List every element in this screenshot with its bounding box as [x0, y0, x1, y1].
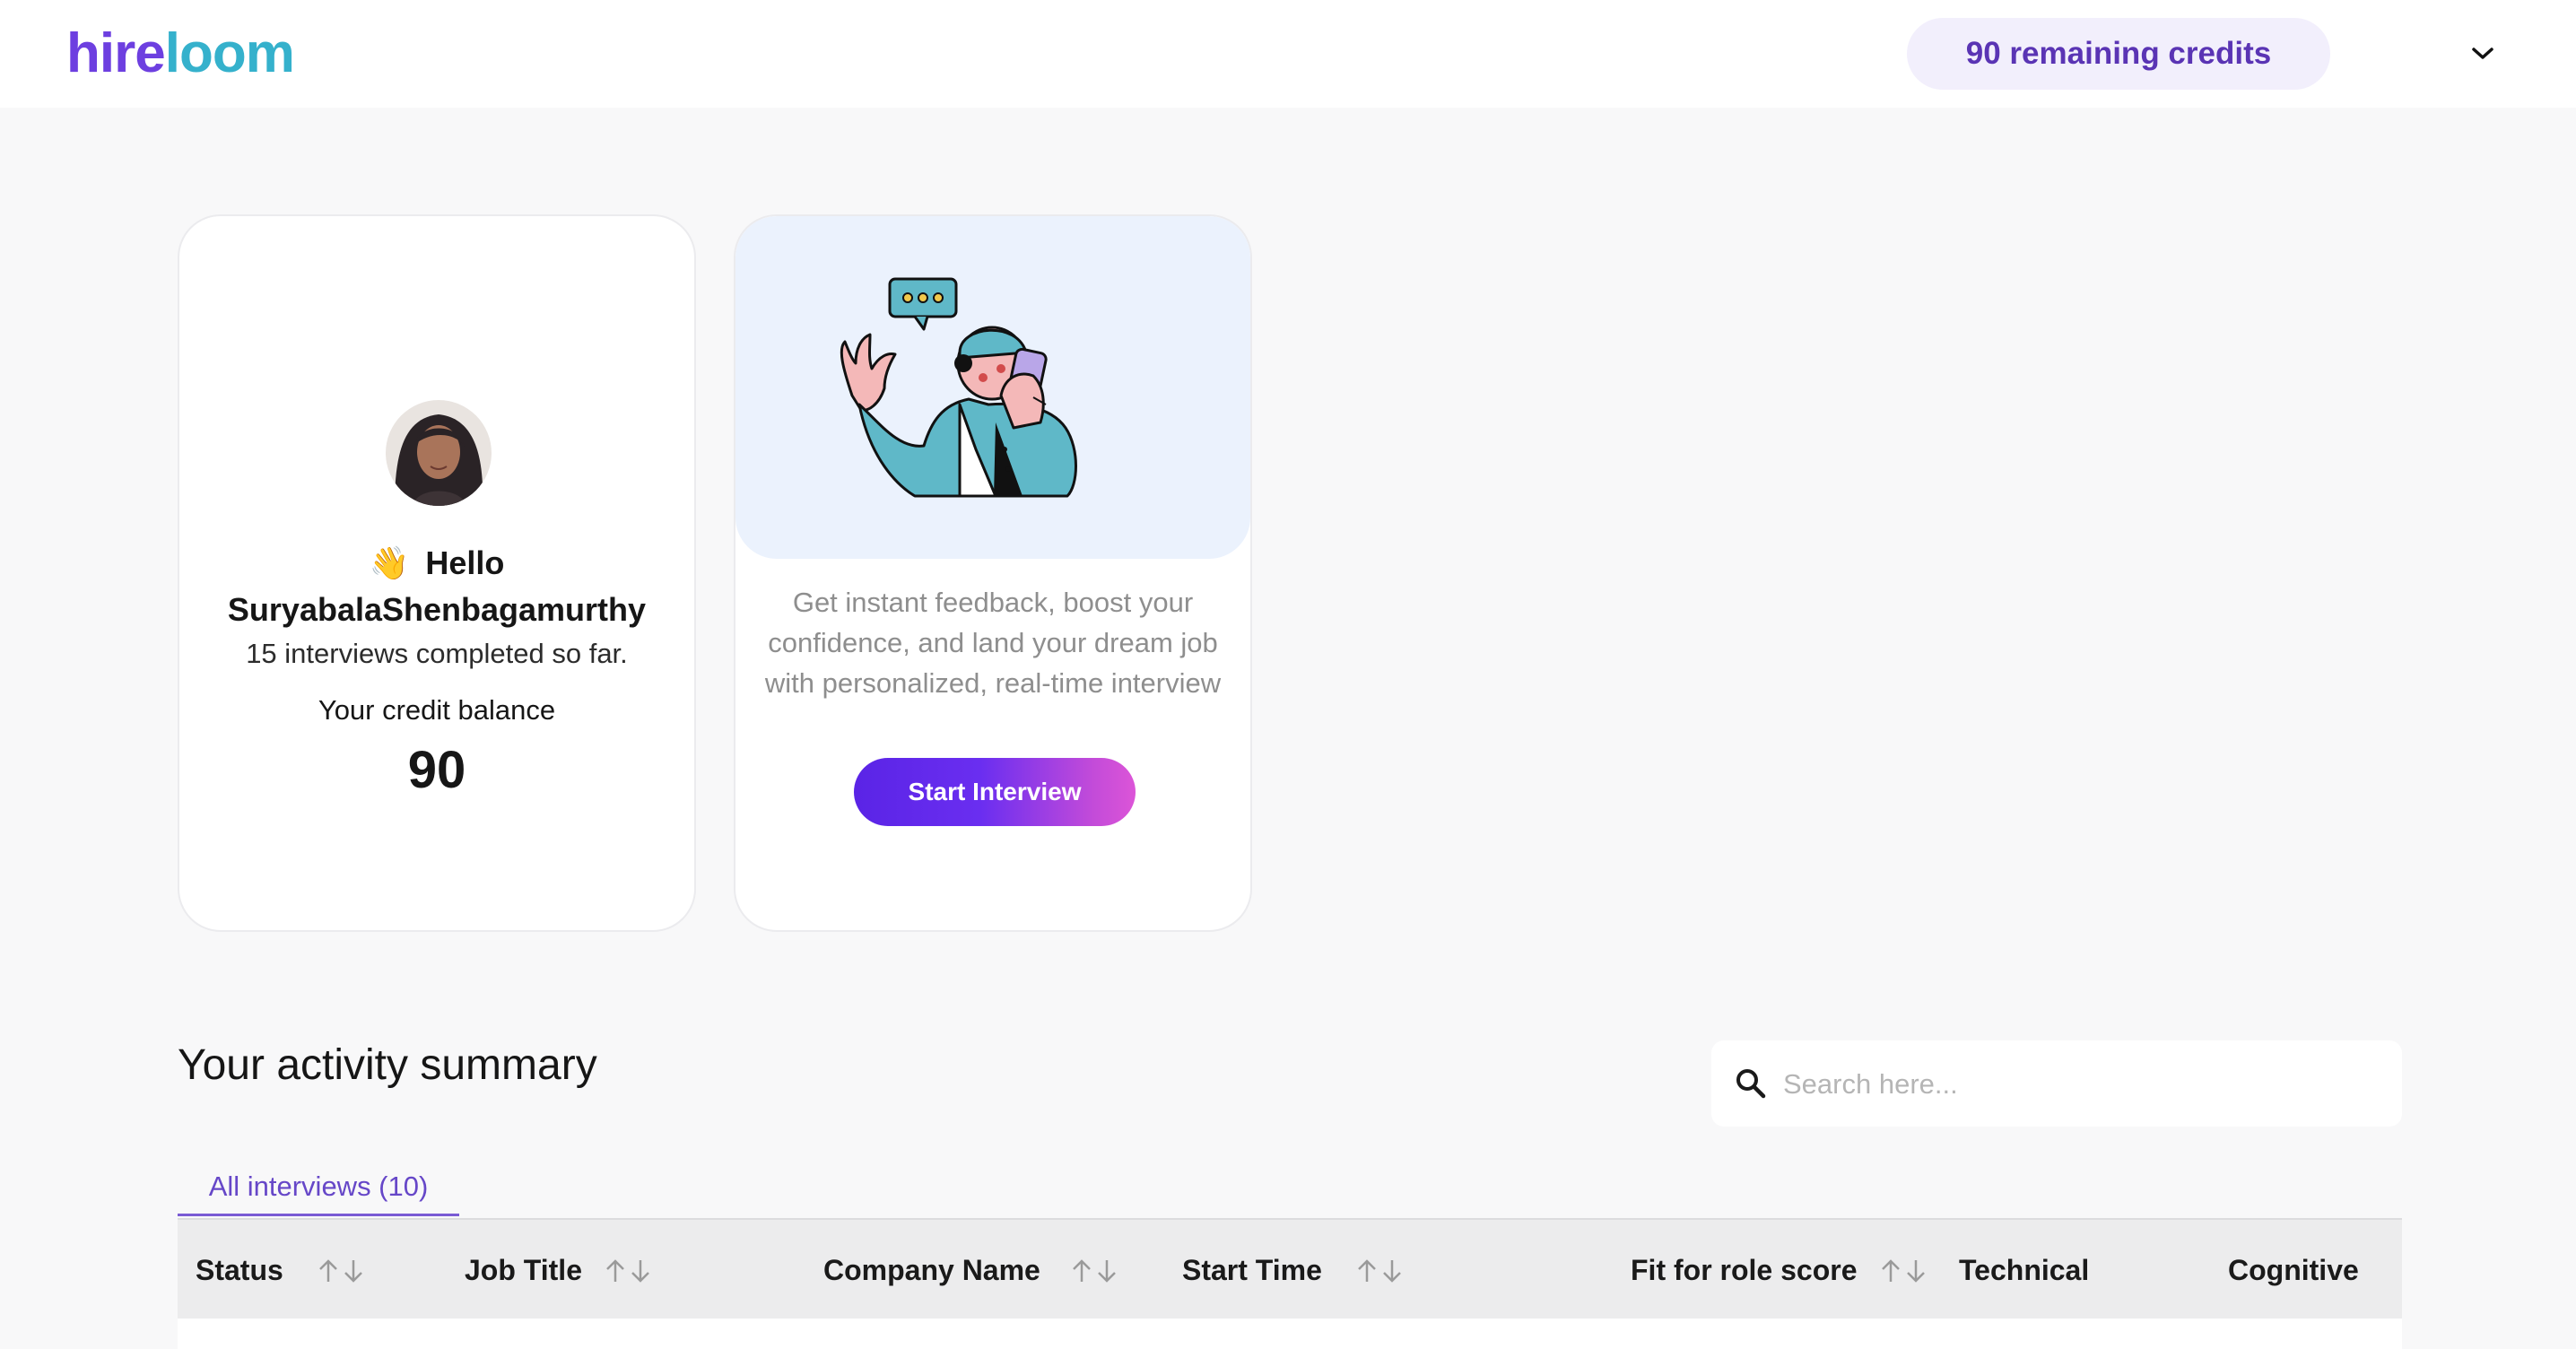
search-box[interactable] [1711, 1040, 2402, 1127]
app-logo[interactable]: hireloom [66, 22, 295, 86]
column-label: Company Name [823, 1253, 1040, 1286]
interviews-completed-text: 15 interviews completed so far. [246, 638, 628, 669]
sort-icon[interactable] [316, 1258, 366, 1284]
column-header-fit-for-role-score[interactable]: Fit for role score [1631, 1220, 1858, 1320]
column-header-status[interactable]: Status [196, 1220, 283, 1320]
column-header-technical[interactable]: Technical [1959, 1220, 2089, 1320]
column-label: Status [196, 1253, 283, 1286]
column-header-start-time[interactable]: Start Time [1182, 1220, 1322, 1320]
table-body [178, 1319, 2402, 1349]
search-icon [1733, 1066, 1769, 1106]
activity-summary-title: Your activity summary [178, 1041, 597, 1089]
column-header-cognitive[interactable]: Cognitive [2228, 1220, 2359, 1320]
column-label: Start Time [1182, 1253, 1322, 1286]
person-on-phone-illustration [840, 277, 1077, 498]
search-input[interactable] [1781, 1058, 2377, 1110]
column-label: Cognitive [2228, 1253, 2359, 1286]
tab-all-interviews[interactable]: All interviews (10) [178, 1159, 459, 1216]
logo-text-hire: hire [66, 22, 166, 84]
credit-balance-label: Your credit balance [318, 694, 556, 726]
username: SuryabalaShenbagamurthy [227, 591, 647, 628]
start-interview-button[interactable]: Start Interview [854, 758, 1136, 826]
sort-icon[interactable] [1878, 1258, 1928, 1284]
column-label: Job Title [465, 1253, 582, 1286]
column-label: Technical [1959, 1253, 2090, 1286]
profile-card: 👋 Hello SuryabalaShenbagamurthy 15 interv… [178, 214, 696, 932]
greeting: 👋 Hello [179, 544, 694, 582]
logo-text-loom: loom [164, 22, 295, 84]
top-bar: hireloom 90 remaining credits [0, 0, 2576, 108]
column-header-job-title[interactable]: Job Title [465, 1220, 582, 1320]
column-header-company-name[interactable]: Company Name [823, 1220, 1040, 1320]
credit-balance-value: 90 [407, 741, 466, 799]
sort-icon[interactable] [603, 1258, 653, 1284]
sort-icon[interactable] [1069, 1258, 1119, 1284]
avatar [386, 400, 492, 506]
cta-description: Get instant feedback, boost your confide… [764, 587, 1222, 699]
remaining-credits-badge: 90 remaining credits [1907, 18, 2330, 90]
waving-hand-icon: 👋 [369, 544, 410, 581]
start-interview-card: Get instant feedback, boost your confide… [734, 214, 1252, 932]
interview-illustration [735, 216, 1250, 559]
table-header: Status Job Title Company Name Start Time… [178, 1218, 2402, 1320]
column-label: Fit for role score [1631, 1253, 1858, 1286]
sort-icon[interactable] [1354, 1258, 1405, 1284]
greeting-text: Hello [425, 544, 505, 581]
chevron-down-icon[interactable] [2467, 38, 2499, 70]
